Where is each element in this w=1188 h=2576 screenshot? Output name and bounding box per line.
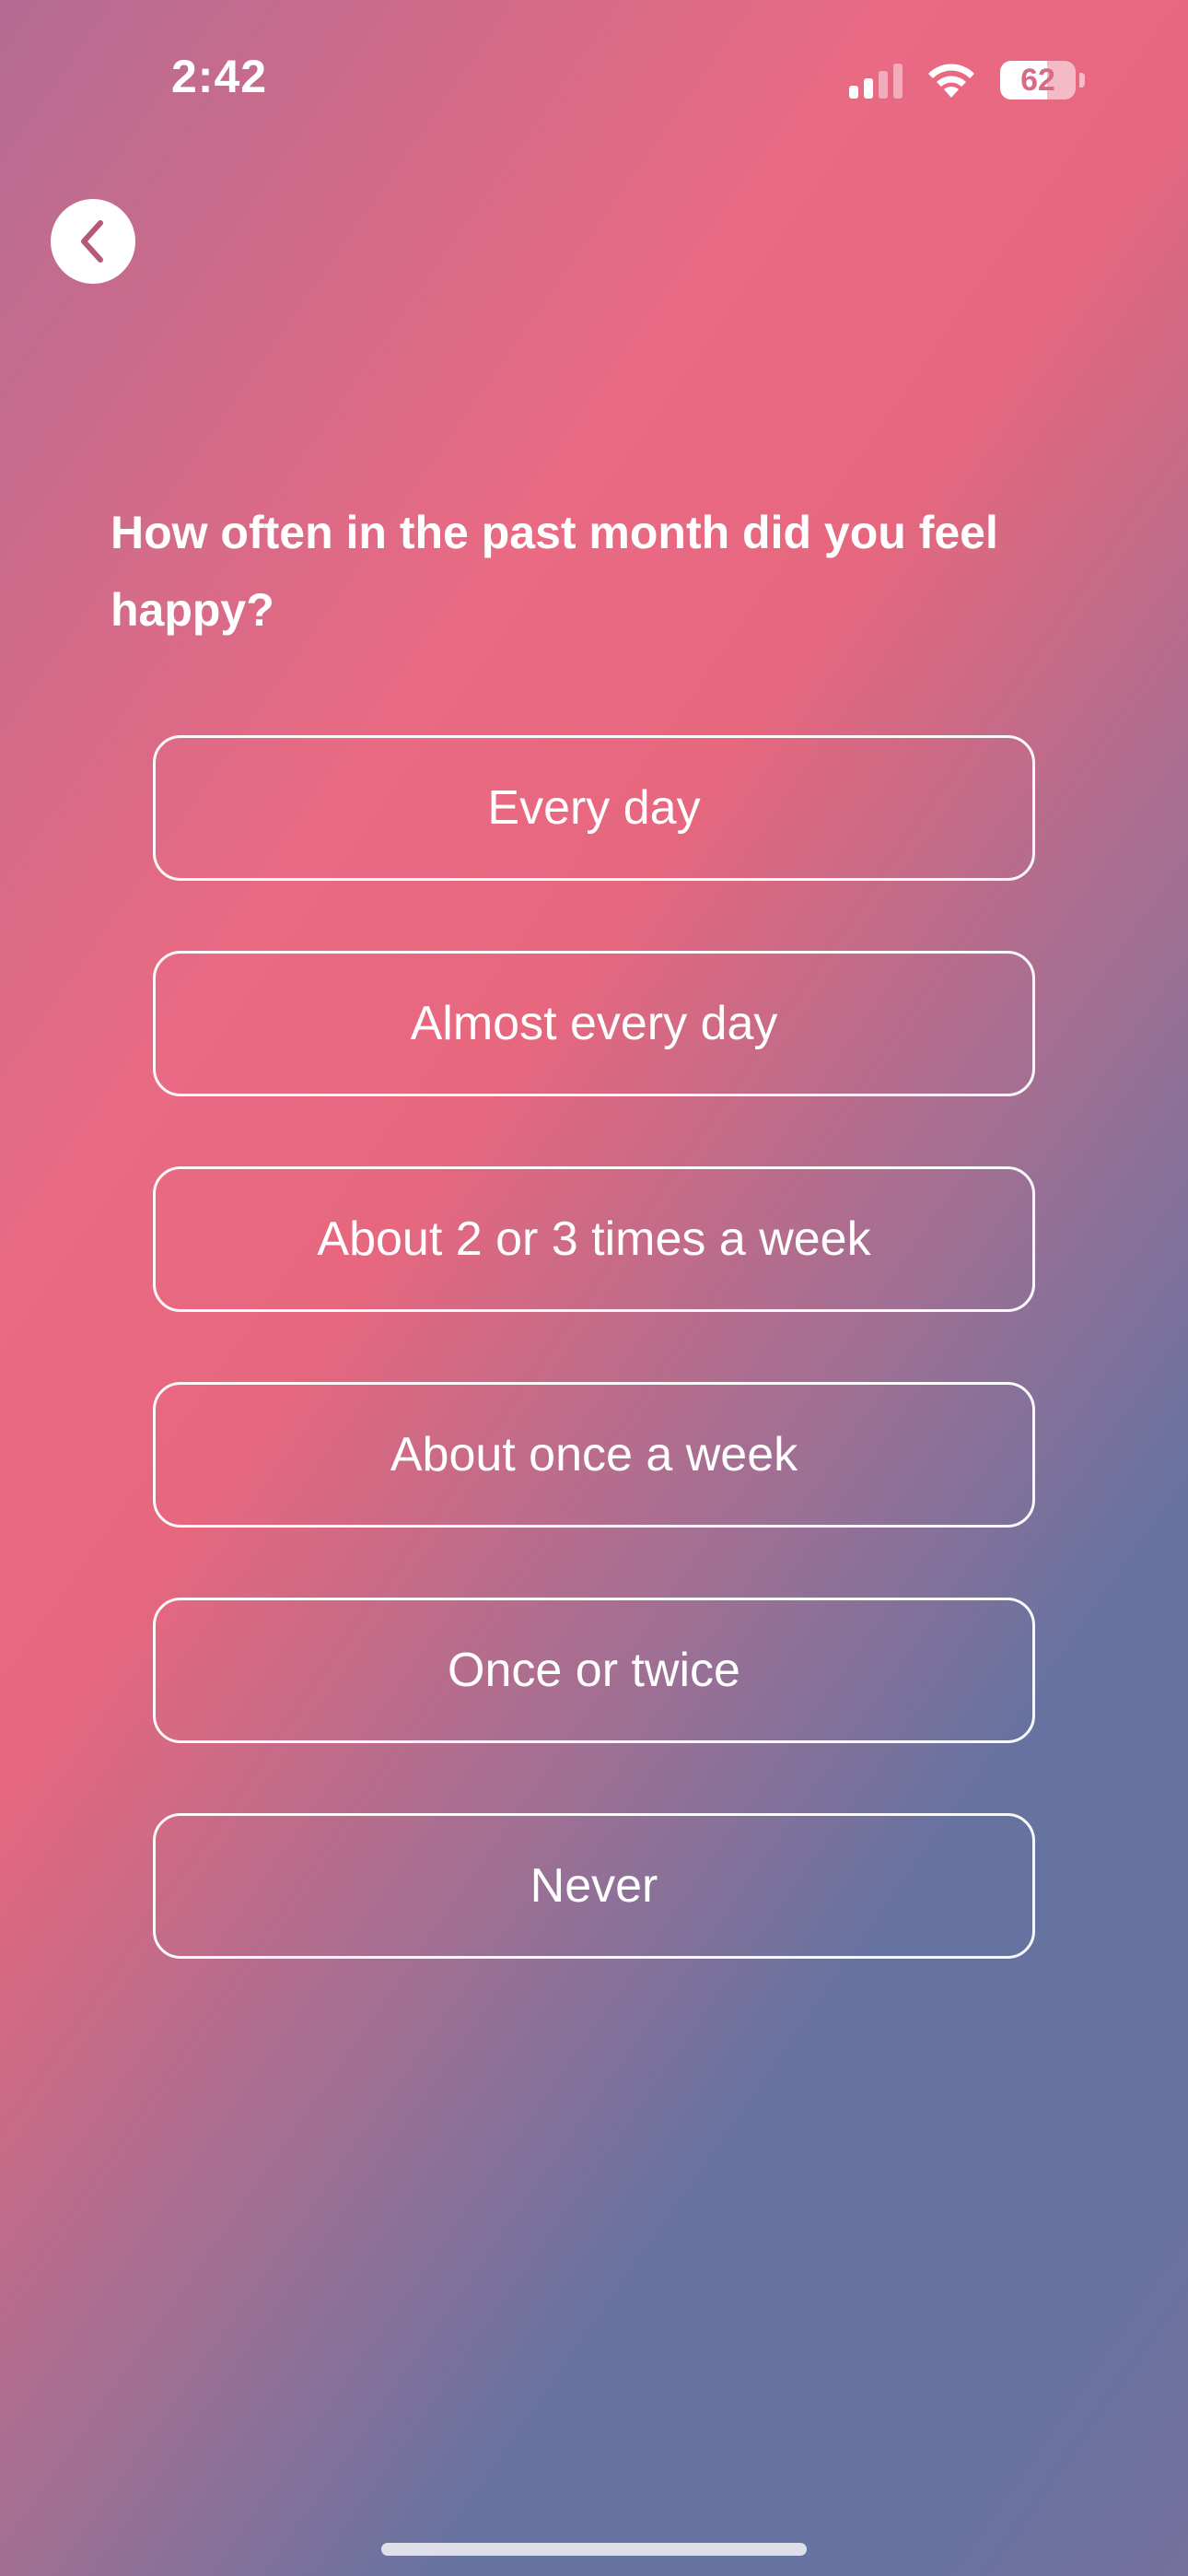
cellular-signal-icon: [849, 62, 903, 99]
option-almost-every-day[interactable]: Almost every day: [153, 951, 1035, 1096]
option-once-or-twice[interactable]: Once or twice: [153, 1598, 1035, 1743]
question-title: How often in the past month did you feel…: [111, 507, 998, 636]
battery-nub: [1079, 73, 1085, 88]
option-2-or-3-times-a-week[interactable]: About 2 or 3 times a week: [153, 1166, 1035, 1312]
status-icons: 62: [849, 57, 1085, 103]
back-button[interactable]: [51, 199, 135, 284]
option-never[interactable]: Never: [153, 1813, 1035, 1959]
answer-options: Every day Almost every day About 2 or 3 …: [153, 735, 1035, 2029]
battery-level: 62: [1020, 63, 1055, 98]
chevron-left-icon: [81, 220, 103, 263]
option-every-day[interactable]: Every day: [153, 735, 1035, 881]
wifi-icon: [928, 64, 974, 98]
option-once-a-week[interactable]: About once a week: [153, 1382, 1035, 1528]
status-time: 2:42: [171, 51, 268, 102]
battery-icon: 62: [1000, 61, 1076, 100]
survey-screen: 2:42 62 How often in the past month did …: [0, 0, 1188, 2576]
home-indicator[interactable]: [381, 2543, 807, 2556]
